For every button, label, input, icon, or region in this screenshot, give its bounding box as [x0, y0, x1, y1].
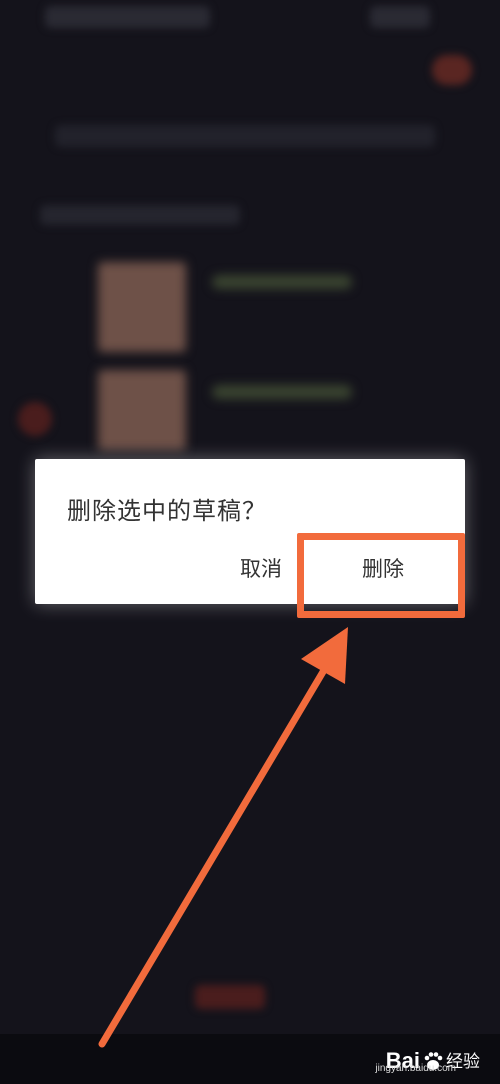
baidu-jingyan-watermark: Bai 经验 jingyan.baidu.com: [375, 1050, 480, 1075]
pointer-arrow-icon: [98, 627, 348, 1048]
watermark-url: jingyan.baidu.com: [375, 1063, 456, 1074]
